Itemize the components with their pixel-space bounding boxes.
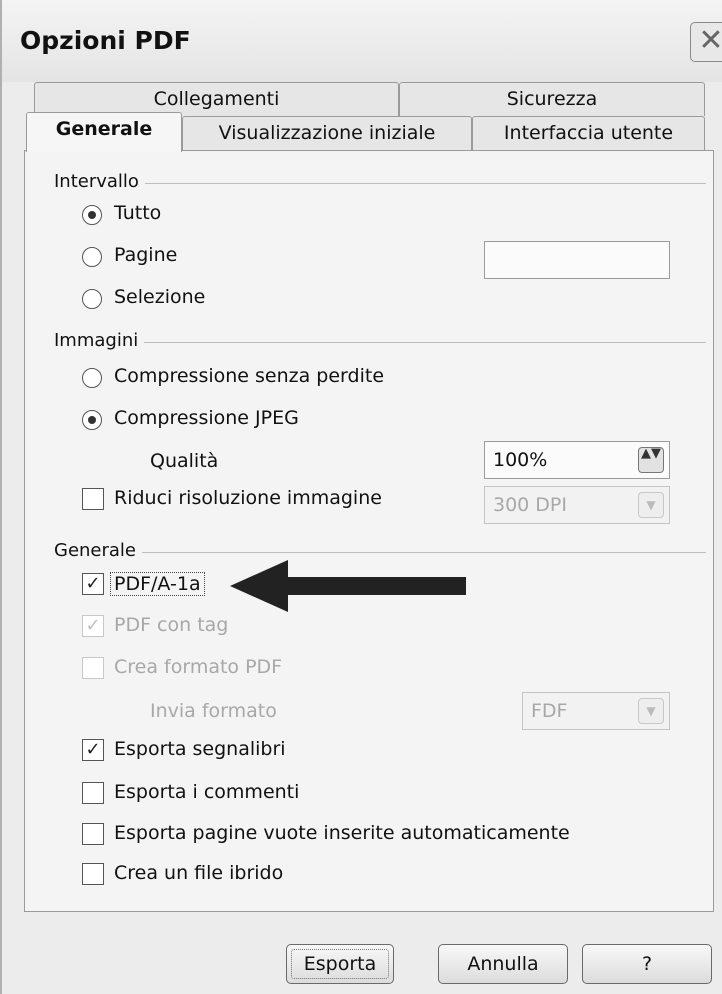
pdf-options-dialog: Opzioni PDF ✕ Collegamenti Sicurezza Gen… [0,0,722,994]
tab-generale[interactable]: Generale [26,112,182,152]
tab-visualizzazione-iniziale[interactable]: Visualizzazione iniziale [182,116,472,150]
checkbox-crea-file-ibrido-label: Crea un file ibrido [114,862,284,884]
divider [54,552,706,553]
annotation-arrow-icon [230,560,466,612]
pages-input[interactable] [484,241,670,279]
radio-selezione-label: Selezione [114,286,206,308]
quality-spin-arrows-icon[interactable]: ▲▼ [638,447,664,473]
radio-pagine[interactable] [82,247,102,267]
checkbox-esporta-segnalibri-label: Esporta segnalibri [114,738,286,760]
checkbox-esporta-segnalibri[interactable]: ✓ [82,739,104,761]
radio-tutto-label: Tutto [114,202,162,224]
radio-compressione-senza-perdite-label: Compressione senza perdite [114,365,385,387]
tab-collegamenti[interactable]: Collegamenti [34,82,399,116]
section-generale-label: Generale [54,540,143,561]
checkbox-riduci-risoluzione[interactable] [82,488,104,510]
checkbox-esporta-pagine-vuote[interactable] [82,823,104,845]
checkbox-pdf-con-tag: ✓ [82,615,104,637]
title-bar: Opzioni PDF ✕ [2,0,722,82]
send-format-dropdown-icon: ▼ [638,698,664,724]
radio-compressione-jpeg-label: Compressione JPEG [114,407,299,429]
quality-label: Qualità [150,450,219,472]
help-button[interactable]: ? [582,944,712,984]
checkbox-crea-file-ibrido[interactable] [82,863,104,885]
divider [54,342,706,343]
checkbox-esporta-commenti-label: Esporta i commenti [114,781,300,803]
close-button[interactable]: ✕ [690,22,722,62]
send-format-label: Invia formato [150,700,277,722]
checkbox-riduci-risoluzione-label: Riduci risoluzione immagine [114,487,382,509]
section-intervallo-label: Intervallo [54,171,145,192]
resolution-dropdown-icon: ▼ [638,492,664,518]
radio-tutto[interactable] [82,205,102,225]
tab-sicurezza[interactable]: Sicurezza [399,82,705,116]
radio-compressione-jpeg[interactable] [82,410,102,430]
divider [54,183,706,184]
export-button[interactable]: Esporta [286,944,394,984]
radio-selezione[interactable] [82,289,102,309]
checkbox-crea-formato-pdf [82,657,104,679]
checkbox-crea-formato-pdf-label: Crea formato PDF [114,656,283,678]
checkbox-pdfa-label: PDF/A-1a [110,572,205,596]
dialog-title: Opzioni PDF [20,26,191,55]
section-immagini-label: Immagini [54,330,145,351]
checkbox-pdfa[interactable]: ✓ [82,573,104,595]
radio-pagine-label: Pagine [114,244,178,266]
cancel-button[interactable]: Annulla [438,944,568,984]
radio-compressione-senza-perdite[interactable] [82,368,102,388]
checkbox-esporta-pagine-vuote-label: Esporta pagine vuote inserite automatica… [114,822,570,844]
tab-interfaccia-utente[interactable]: Interfaccia utente [472,116,705,150]
checkbox-esporta-commenti[interactable] [82,782,104,804]
checkbox-pdf-con-tag-label: PDF con tag [114,614,229,636]
